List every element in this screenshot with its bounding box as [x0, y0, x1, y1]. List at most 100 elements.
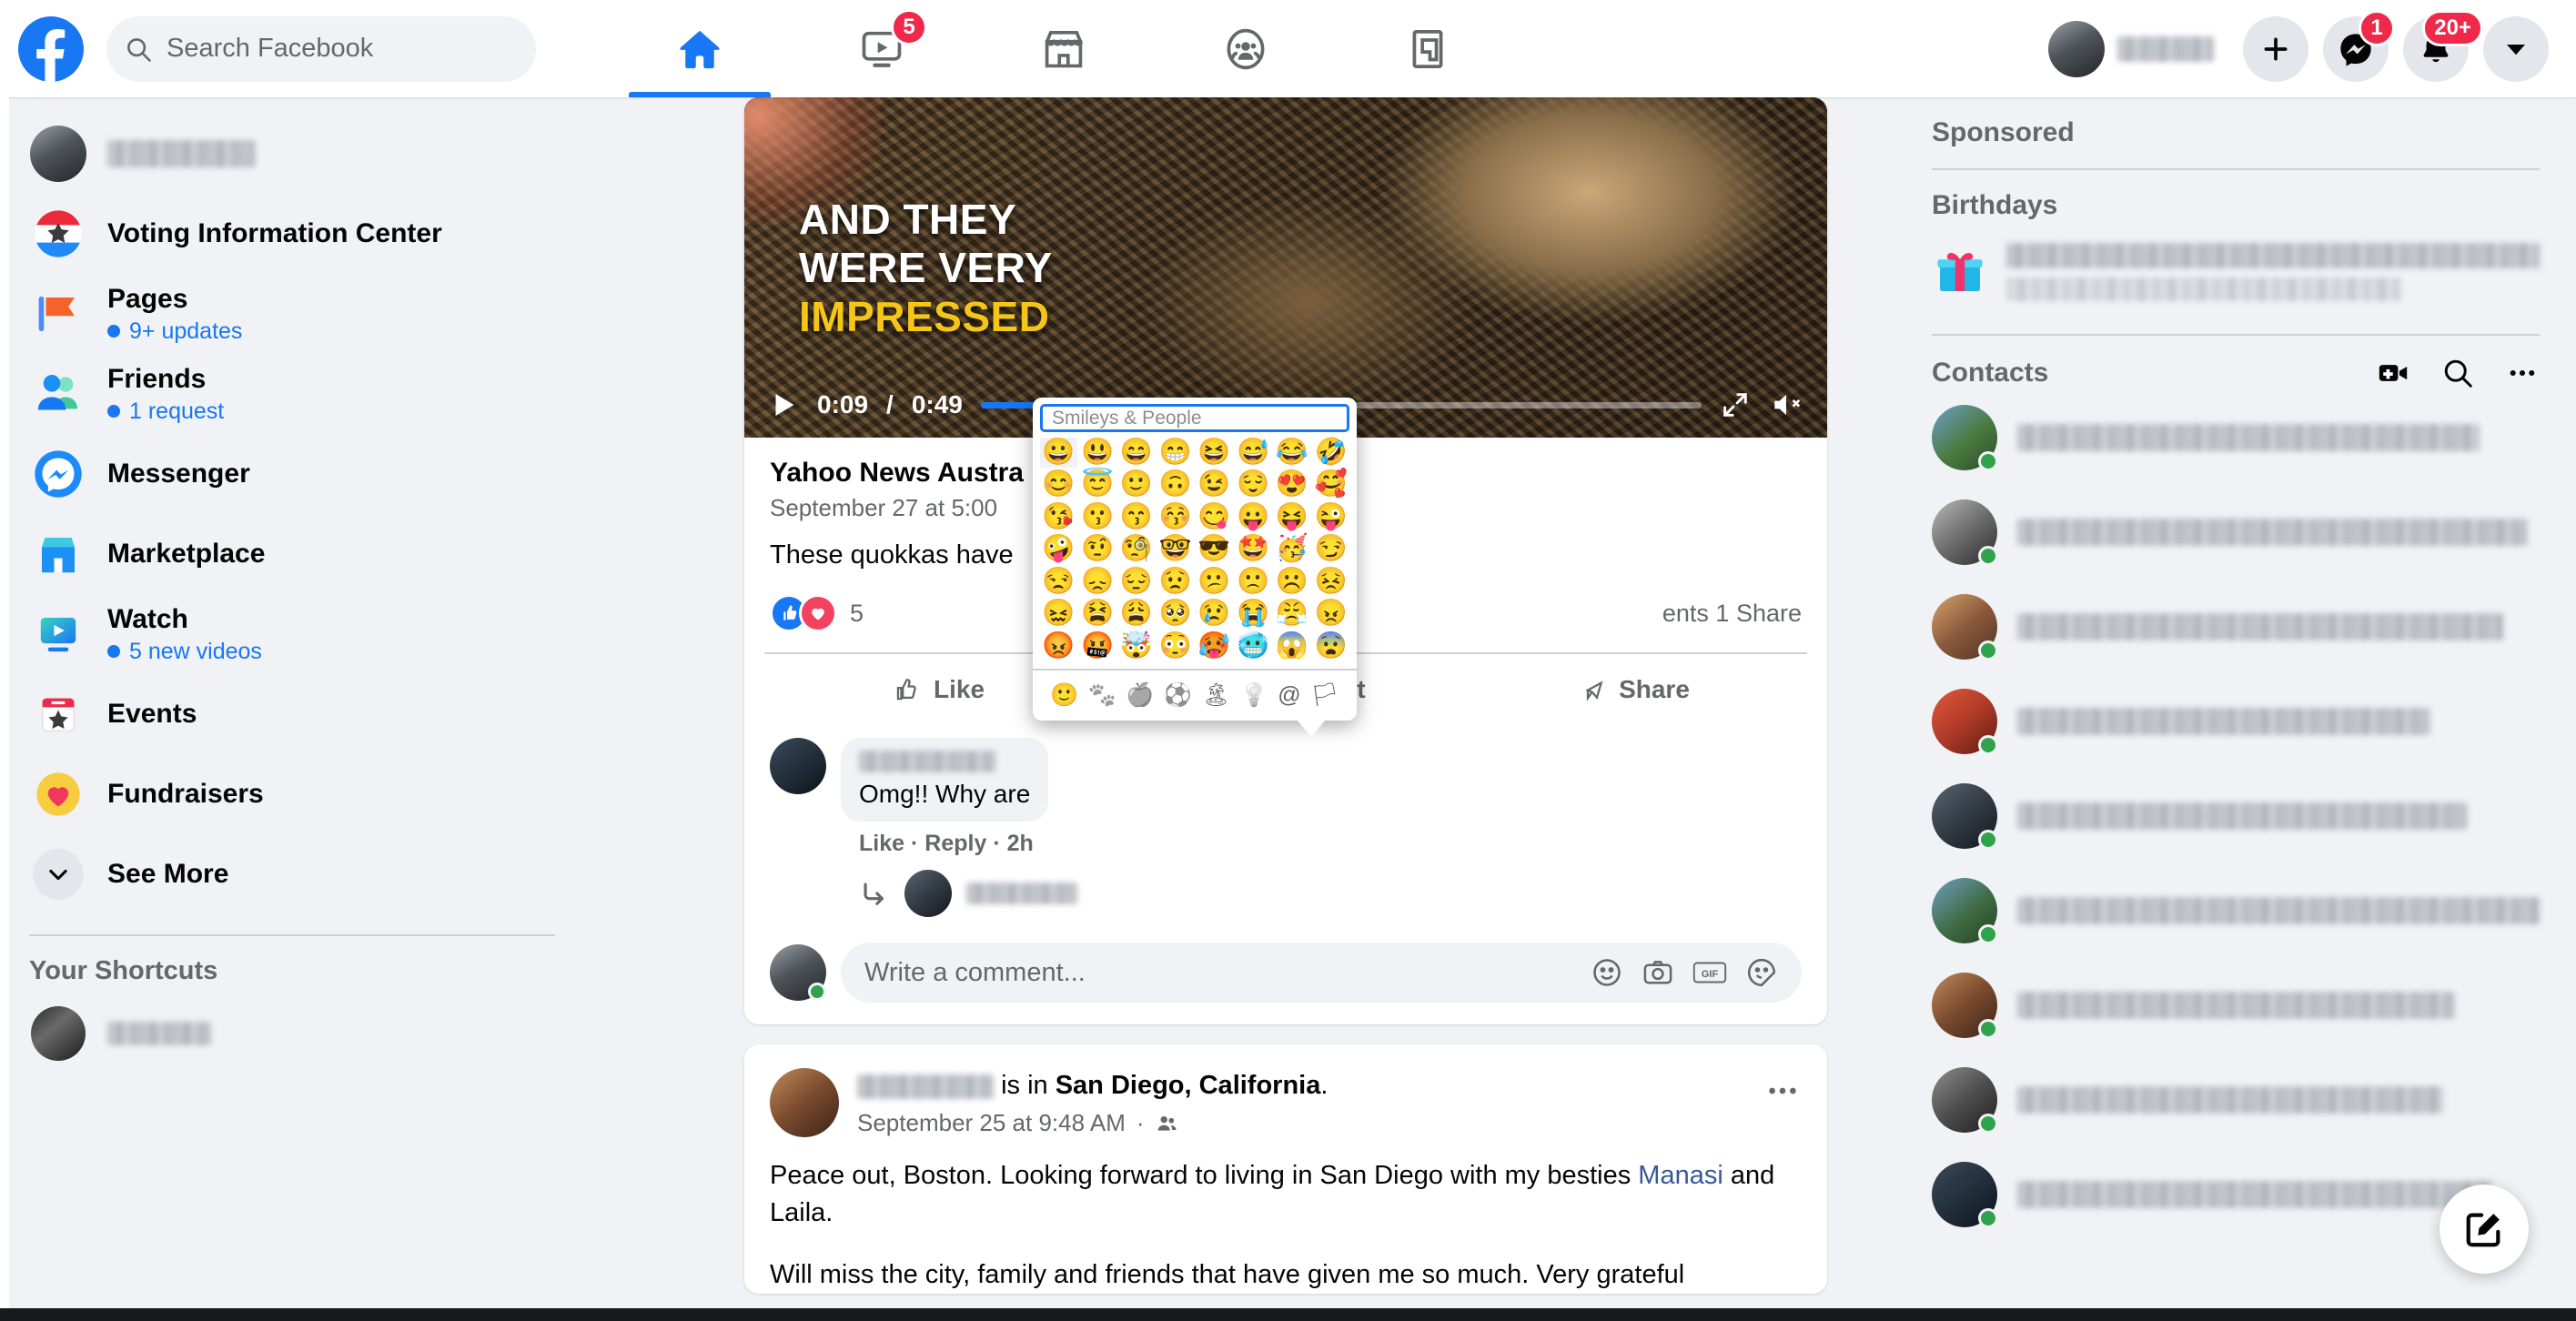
contact-row[interactable] — [1932, 485, 2540, 580]
more-options-icon[interactable] — [1763, 1072, 1802, 1110]
video-player[interactable]: AND THEY WERE VERY IMPRESSED 0:09 / 0:49 — [744, 97, 1827, 438]
emoji-cell[interactable]: 😙 — [1118, 502, 1156, 532]
emoji-cell[interactable]: 😭 — [1235, 599, 1272, 629]
emoji-cell[interactable]: 😇 — [1079, 469, 1116, 499]
sidebar-item-messenger[interactable]: Messenger — [20, 434, 582, 514]
emoji-cell[interactable]: 😟 — [1157, 567, 1194, 597]
emoji-cell[interactable]: 🧐 — [1118, 534, 1156, 564]
emoji-cell[interactable]: 😁 — [1157, 438, 1194, 468]
sticker-icon[interactable] — [1745, 956, 1778, 989]
emoji-search-input[interactable]: Smileys & People — [1040, 404, 1349, 432]
emoji-cell[interactable]: 😌 — [1235, 469, 1272, 499]
nav-tab-groups[interactable] — [1155, 0, 1337, 97]
friends-audience-icon[interactable] — [1156, 1112, 1179, 1135]
emoji-cell[interactable]: 🤨 — [1079, 534, 1116, 564]
emoji-cell[interactable]: 😔 — [1118, 567, 1156, 597]
sidebar-item-profile[interactable] — [20, 114, 582, 194]
emoji-cell[interactable]: 😢 — [1196, 599, 1233, 629]
symbols-at-category-icon[interactable]: @ — [1278, 682, 1300, 709]
fullscreen-icon[interactable] — [1720, 389, 1751, 420]
emoji-cell[interactable]: 😖 — [1040, 599, 1077, 629]
emoji-cell[interactable]: 😫 — [1079, 599, 1116, 629]
emoji-cell[interactable]: 🤬 — [1079, 631, 1116, 661]
food-apple-category-icon[interactable]: 🍎 — [1126, 682, 1154, 709]
sidebar-item-friends[interactable]: Friends 1 request — [20, 354, 582, 434]
search-icon[interactable] — [2441, 357, 2474, 389]
reply-author-blurred[interactable] — [966, 882, 1077, 905]
emoji-cell[interactable]: 😡 — [1040, 631, 1077, 661]
more-options-icon[interactable] — [2505, 356, 2540, 390]
sidebar-item-voting-information-center[interactable]: Voting Information Center — [20, 194, 582, 274]
contact-row[interactable] — [1932, 1053, 2540, 1147]
emoji-cell[interactable]: 🤪 — [1040, 534, 1077, 564]
sidebar-item-see-more[interactable]: See More — [20, 834, 582, 914]
contact-row[interactable] — [1932, 958, 2540, 1053]
compose-message-button[interactable] — [2440, 1185, 2529, 1274]
emoji-cell[interactable]: 😀 — [1040, 438, 1077, 469]
profile-chip[interactable] — [2043, 17, 2228, 81]
emoji-cell[interactable]: 😉 — [1196, 469, 1233, 499]
sidebar-item-fundraisers[interactable]: Fundraisers — [20, 754, 582, 834]
post2-author-blurred[interactable] — [857, 1074, 994, 1100]
post2-location[interactable]: San Diego, California — [1056, 1071, 1321, 1100]
smiley-category-icon[interactable]: 🙂 — [1050, 682, 1078, 709]
sidebar-item-marketplace[interactable]: Marketplace — [20, 514, 582, 594]
reaction-icons[interactable] — [770, 594, 837, 633]
emoji-cell[interactable]: 🥶 — [1235, 631, 1272, 661]
emoji-cell[interactable]: 😆 — [1196, 438, 1233, 468]
contact-row[interactable] — [1932, 674, 2540, 769]
write-comment-input[interactable]: Write a comment... GIF — [841, 943, 1802, 1003]
sidebar-item-events[interactable]: Events — [20, 674, 582, 754]
search-bar[interactable]: Search Facebook — [106, 15, 536, 82]
emoji-cell[interactable]: 🤣 — [1312, 438, 1349, 468]
sidebar-shortcut-item[interactable] — [20, 993, 582, 1074]
emoji-cell[interactable]: ☹️ — [1274, 567, 1311, 597]
emoji-cell[interactable]: 🙁 — [1235, 567, 1272, 597]
create-button[interactable] — [2243, 15, 2308, 82]
emoji-cell[interactable]: 😞 — [1079, 567, 1116, 597]
emoji-cell[interactable]: 🤓 — [1157, 534, 1194, 564]
sidebar-item-pages[interactable]: Pages 9+ updates — [20, 274, 582, 354]
emoji-icon[interactable] — [1591, 956, 1623, 989]
emoji-cell[interactable]: 😃 — [1079, 438, 1116, 468]
avatar[interactable] — [904, 870, 952, 918]
contact-row[interactable] — [1932, 863, 2540, 958]
contact-row[interactable] — [1932, 580, 2540, 674]
objects-bulb-category-icon[interactable]: 💡 — [1240, 682, 1268, 709]
emoji-cell[interactable]: 😣 — [1312, 567, 1349, 597]
emoji-cell[interactable]: 😂 — [1274, 438, 1311, 468]
contact-row[interactable] — [1932, 390, 2540, 485]
emoji-cell[interactable]: 🙃 — [1157, 469, 1194, 499]
gif-icon[interactable]: GIF — [1692, 959, 1727, 986]
comment-reply-action[interactable]: Reply — [924, 831, 986, 856]
emoji-cell[interactable]: 🥳 — [1274, 534, 1311, 564]
search-input-placeholder[interactable]: Search Facebook — [167, 34, 373, 64]
account-menu-button[interactable] — [2483, 15, 2549, 82]
sidebar-item-watch[interactable]: Watch 5 new videos — [20, 594, 582, 674]
nav-tab-home[interactable] — [609, 0, 791, 97]
share-button[interactable]: Share — [1460, 654, 1807, 725]
avatar[interactable] — [770, 738, 826, 795]
messenger-button[interactable]: 1 — [2323, 9, 2395, 82]
contact-row[interactable] — [1932, 769, 2540, 863]
emoji-cell[interactable]: 😏 — [1312, 534, 1349, 564]
emoji-cell[interactable]: 😨 — [1312, 631, 1349, 661]
comment-author-blurred[interactable] — [859, 751, 995, 773]
emoji-cell[interactable]: 😕 — [1196, 567, 1233, 597]
emoji-cell[interactable]: 🥺 — [1157, 599, 1194, 629]
volume-muted-icon[interactable] — [1769, 388, 1803, 422]
emoji-cell[interactable]: 🤯 — [1118, 631, 1156, 661]
emoji-cell[interactable]: 😗 — [1079, 502, 1116, 532]
emoji-cell[interactable]: 🤩 — [1235, 534, 1272, 564]
emoji-cell[interactable]: 😩 — [1118, 599, 1156, 629]
emoji-cell[interactable]: 😝 — [1274, 502, 1311, 532]
animals-paw-category-icon[interactable]: 🐾 — [1088, 682, 1116, 709]
emoji-cell[interactable]: 😍 — [1274, 469, 1311, 499]
emoji-cell[interactable]: 😠 — [1312, 599, 1349, 629]
nav-tab-gaming[interactable] — [1337, 0, 1519, 97]
comment-like-action[interactable]: Like — [859, 831, 904, 856]
emoji-cell[interactable]: 😤 — [1274, 599, 1311, 629]
post2-timestamp[interactable]: September 25 at 9:48 AM — [857, 1109, 1126, 1137]
emoji-cell[interactable]: 😜 — [1312, 502, 1349, 532]
emoji-cell[interactable]: 😎 — [1196, 534, 1233, 564]
